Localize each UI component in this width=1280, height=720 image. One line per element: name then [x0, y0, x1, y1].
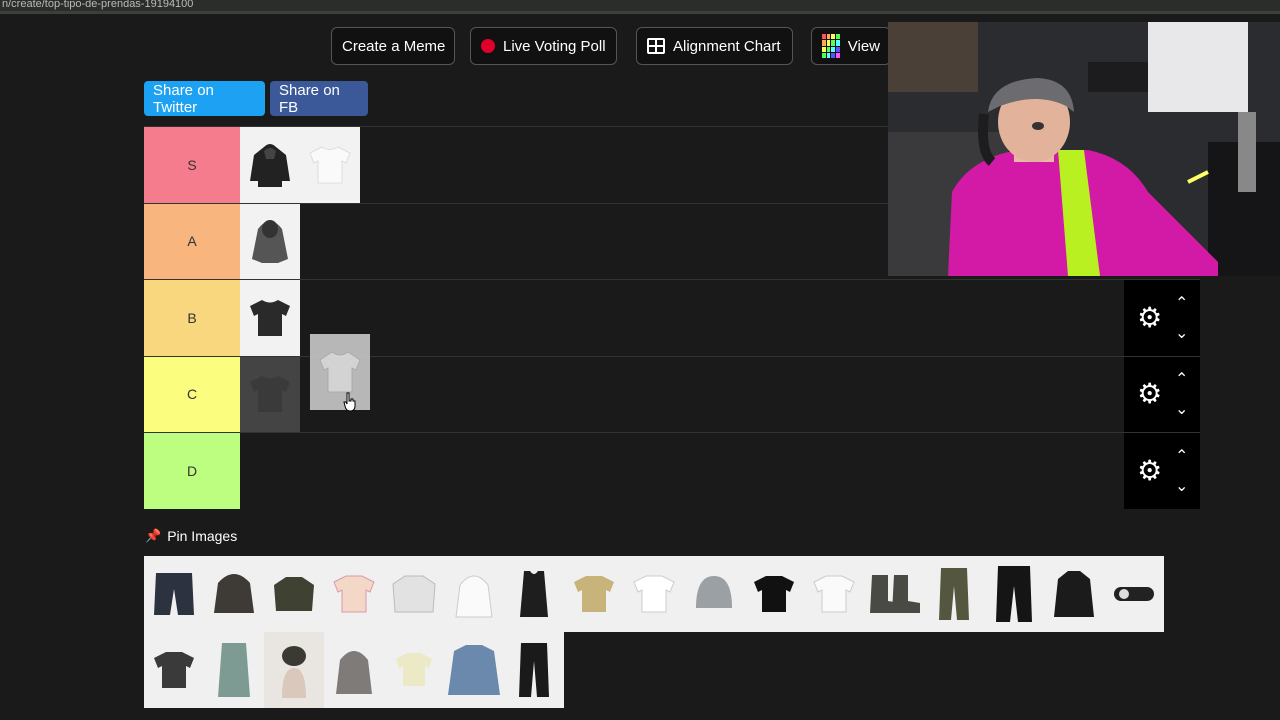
tier-controls-c: ⚙ ⌃ ⌄ — [1124, 356, 1200, 432]
tier-row-d: D ⚙ ⌃ ⌄ — [144, 432, 1200, 509]
tier-item-black-hoodie[interactable] — [240, 127, 300, 203]
chevron-down-icon[interactable]: ⌄ — [1175, 399, 1188, 419]
pool-item-camo-pants[interactable] — [924, 556, 984, 632]
share-fb-label: Share on FB — [279, 81, 340, 116]
pool-item-black-jeans[interactable] — [504, 632, 564, 708]
webcam-overlay — [888, 22, 1280, 276]
browser-url-bar[interactable]: n/create/top-tipo-de-prendas-19194100 — [0, 0, 1280, 14]
chevron-up-icon[interactable]: ⌃ — [1175, 293, 1188, 313]
pool-item-graphic-tee[interactable] — [144, 632, 204, 708]
chevron-down-icon[interactable]: ⌄ — [1175, 476, 1188, 496]
tier-row-c: C ⚙ ⌃ ⌄ — [144, 355, 1200, 432]
pin-icon: 📌 — [145, 528, 162, 543]
gear-icon[interactable]: ⚙ — [1136, 303, 1164, 332]
pool-item-grey-sweatshirt[interactable] — [384, 556, 444, 632]
pool-item-white-zip-hoodie[interactable] — [444, 556, 504, 632]
pool-item-boots[interactable] — [864, 556, 924, 632]
pin-label: Pin Images — [167, 528, 238, 544]
tier-item-grey-hoodie[interactable] — [240, 203, 300, 279]
tier-item-dark-item[interactable] — [240, 356, 300, 432]
image-pool — [144, 556, 1200, 708]
pool-row-1 — [144, 556, 1200, 632]
share-twitter-button[interactable]: Share on Twitter — [144, 81, 265, 116]
tier-controls-d: ⚙ ⌃ ⌄ — [1124, 433, 1200, 509]
share-twitter-label: Share on Twitter — [153, 81, 214, 116]
pool-item-jorts[interactable] — [144, 556, 204, 632]
pool-item-gold-polo[interactable] — [564, 556, 624, 632]
live-voting-poll-button[interactable]: Live Voting Poll — [470, 27, 617, 65]
tier-controls-b: ⚙ ⌃ ⌄ — [1124, 280, 1200, 356]
live-poll-label: Live Voting Poll — [503, 37, 606, 55]
chevron-down-icon[interactable]: ⌄ — [1175, 323, 1188, 343]
gear-icon[interactable]: ⚙ — [1136, 456, 1164, 485]
view-label: View — [847, 37, 880, 55]
pool-item-white-tee-2[interactable] — [624, 556, 684, 632]
alignment-chart-button[interactable]: Alignment Chart — [636, 27, 793, 65]
chevron-up-icon[interactable]: ⌃ — [1175, 369, 1188, 389]
tier-label-b[interactable]: B — [144, 280, 240, 356]
gear-icon[interactable]: ⚙ — [1136, 380, 1164, 408]
tier-label-s[interactable]: S — [144, 127, 240, 203]
tier-label-c[interactable]: C — [144, 356, 240, 432]
grid-icon — [647, 38, 665, 54]
streamer-video-frame — [888, 22, 1280, 276]
pool-item-black-zip-jacket[interactable] — [1044, 556, 1104, 632]
pool-item-belt[interactable] — [1104, 556, 1164, 632]
pool-item-black-cargo[interactable] — [984, 556, 1044, 632]
tier-row-b: B ⚙ ⌃ ⌄ — [144, 279, 1200, 356]
pool-item-pink-jersey[interactable] — [324, 556, 384, 632]
tier-items-c[interactable] — [240, 356, 1200, 432]
pool-item-cap-person[interactable] — [264, 632, 324, 708]
red-dot-icon — [481, 39, 495, 53]
tier-items-b[interactable] — [240, 280, 1200, 356]
hand-cursor-icon — [343, 392, 356, 412]
dragging-item-ghost[interactable] — [310, 334, 370, 410]
alignment-label: Alignment Chart — [673, 37, 781, 55]
tier-item-black-tee[interactable] — [240, 280, 300, 356]
pool-item-cream-tee[interactable] — [384, 632, 444, 708]
pool-item-bomber-jacket[interactable] — [204, 556, 264, 632]
pool-item-grey-hoodie-2[interactable] — [324, 632, 384, 708]
pool-item-black-tee-2[interactable] — [744, 556, 804, 632]
pool-item-denim-skirt[interactable] — [204, 632, 264, 708]
chevron-up-icon[interactable]: ⌃ — [1175, 446, 1188, 466]
view-button[interactable]: View — [811, 27, 891, 65]
pool-row-2 — [144, 632, 1200, 708]
pin-images-toggle[interactable]: 📌 Pin Images — [145, 528, 237, 544]
mosaic-icon — [822, 34, 840, 58]
create-meme-label: Create a Meme — [342, 37, 446, 55]
tier-items-d[interactable] — [240, 433, 1200, 509]
tier-item-white-tee[interactable] — [300, 127, 360, 203]
tier-label-d[interactable]: D — [144, 433, 240, 509]
pool-item-grey-beanie[interactable] — [684, 556, 744, 632]
share-fb-button[interactable]: Share on FB — [270, 81, 368, 116]
tier-label-a[interactable]: A — [144, 203, 240, 279]
pool-item-camo-sweater[interactable] — [264, 556, 324, 632]
pool-item-black-tank[interactable] — [504, 556, 564, 632]
create-meme-button[interactable]: Create a Meme — [331, 27, 455, 65]
pool-item-white-graphic-tee[interactable] — [804, 556, 864, 632]
pool-item-denim-jacket[interactable] — [444, 632, 504, 708]
url-text: n/create/top-tipo-de-prendas-19194100 — [2, 0, 194, 10]
